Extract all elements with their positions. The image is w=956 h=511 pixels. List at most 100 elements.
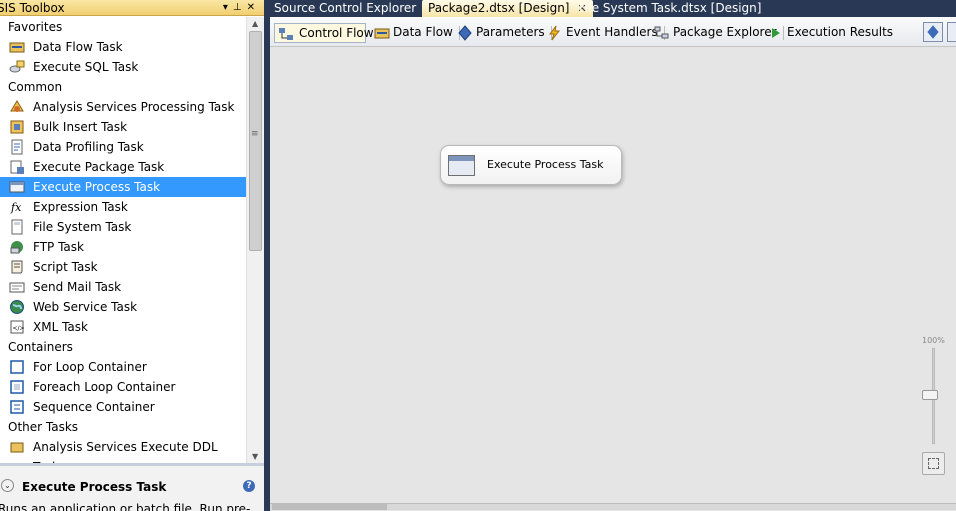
toolbox-item-script-task[interactable]: Script Task [0,257,246,277]
data-flow-task-icon [9,42,25,53]
execute-sql-task-icon [9,60,25,73]
toolbox-item-analysis-services-processing-task[interactable]: Analysis Services Processing Task [0,97,246,117]
toolbox-item-execute-process-task[interactable]: Execute Process Task [0,177,246,197]
toolbox-item-expression-task[interactable]: fx Expression Task [0,197,246,217]
tab-label: Control Flow [299,26,374,40]
collapse-chevron-icon[interactable]: ⌄ [1,479,14,492]
help-icon[interactable]: ? [243,480,255,492]
toolbox-item-data-flow-task[interactable]: Data Flow Task [0,37,246,57]
toolbox-item-data-profiling-task[interactable]: Data Profiling Task [0,137,246,157]
tab-label: Data Flow [393,25,453,39]
item-label: XML Task [33,320,88,334]
scrollbar-thumb[interactable] [249,31,262,251]
toolbox-item-bulk-insert-task[interactable]: Bulk Insert Task [0,117,246,137]
description-title: Execute Process Task [22,480,167,494]
execute-process-task-shape[interactable]: Execute Process Task [440,145,622,185]
tab-parameters[interactable]: Parameters [454,23,552,43]
close-icon[interactable]: ✕ [247,2,260,13]
toolbox-item-file-system-task[interactable]: File System Task [0,217,246,237]
item-label: Script Task [33,260,98,274]
group-label: Common [8,80,63,94]
execute-process-icon [448,155,475,176]
tab-data-flow[interactable]: Data Flow [371,23,460,43]
for-loop-icon [10,360,24,374]
toolbox-item-foreach-loop-container[interactable]: Foreach Loop Container [0,377,246,397]
item-label: Foreach Loop Container [33,380,176,394]
item-label: File System Task [33,220,132,234]
sequence-icon [10,400,24,414]
item-label: Sequence Container [33,400,155,414]
scroll-down-icon[interactable]: ▼ [252,452,258,461]
doc-tab-source-control-explorer[interactable]: Source Control Explorer [268,0,422,17]
scrollbar-thumb[interactable] [272,504,387,510]
control-flow-icon [279,28,293,40]
pin-icon[interactable]: ⊥ [233,2,247,13]
parameters-toggle-button[interactable] [923,22,943,42]
item-label: Data Flow Task [33,40,123,54]
execute-package-icon [10,160,24,174]
data-profiling-icon [11,139,23,155]
tab-label: Source Control Explorer [274,1,417,15]
web-service-icon [10,300,24,314]
zoom-to-fit-button[interactable] [922,452,945,475]
control-flow-canvas[interactable]: Execute Process Task 100% [270,48,956,510]
toolbox-item-for-loop-container[interactable]: For Loop Container [0,357,246,377]
doc-tab-file-system-task-design[interactable]: File System Task.dtsx [Design] [573,0,767,17]
canvas-horizontal-scrollbar[interactable] [270,503,956,510]
scroll-up-icon[interactable]: ▲ [252,19,258,28]
tab-control-flow[interactable]: Control Flow [274,23,374,43]
toolbox-item-sequence-container[interactable]: Sequence Container [0,397,246,417]
toolbox-scrollbar[interactable]: ▲ ≡ ▼ [246,17,264,463]
expression-icon: fx [10,201,22,214]
toolbox-title: SIS Toolbox [0,1,65,15]
send-mail-icon [9,282,25,293]
item-label: Send Mail Task [33,280,122,294]
group-label: Containers [8,340,73,354]
xml-icon: </> [10,320,25,334]
zoom-slider-thumb[interactable] [922,390,938,400]
doc-tab-package2-design[interactable]: Package2.dtsx [Design] ✕ [422,0,593,17]
file-system-icon [11,219,23,235]
foreach-loop-icon [10,380,24,394]
tab-label: Package2.dtsx [Design] [428,1,570,15]
description-text: Runs an application or batch file. Run p… [0,502,251,511]
item-label: Web Service Task [33,300,138,314]
toolbox-group-other-tasks[interactable]: Other Tasks [0,417,246,437]
tab-label: Execution Results [787,25,894,39]
tab-event-handlers[interactable]: Event Handlers [544,23,665,43]
toolbox-group-containers[interactable]: Containers [0,337,246,357]
toolbox-window-buttons[interactable]: ▾⊥✕ [223,0,260,16]
item-label: Data Profiling Task [33,140,144,154]
svg-text:</>: </> [13,325,25,332]
toolbox-description-panel: ⌄ Execute Process Task ? Runs an applica… [0,463,264,511]
toolbox-group-favorites[interactable]: Favorites [0,17,246,37]
scroll-grip-icon: ≡ [251,129,259,139]
data-flow-icon [374,28,390,39]
tab-label: Parameters [476,25,545,39]
toolbox-item-web-service-task[interactable]: Web Service Task [0,297,246,317]
execute-process-icon [9,181,25,193]
tab-execution-results[interactable]: Execution Results [765,23,893,43]
svg-text:fx: fx [10,201,22,214]
toolbox-item-analysis-services-execute-ddl-task[interactable]: Analysis Services Execute DDL Task [0,437,246,463]
toolbox-item-xml-task[interactable]: </> XML Task [0,317,246,337]
toolbox-item-send-mail-task[interactable]: Send Mail Task [0,277,246,297]
fit-icon [928,458,939,469]
item-label: Execute Process Task [33,180,161,194]
ssis-toolbox-panel: SIS Toolbox ▾⊥✕ Favorites Data Flow Task… [0,0,264,511]
toolbox-group-common[interactable]: Common [0,77,246,97]
tab-package-explorer[interactable]: Package Explorer [651,23,784,43]
execution-results-icon [772,28,780,38]
variables-button[interactable] [947,22,956,42]
tab-label: Event Handlers [566,25,658,39]
item-label: Analysis Services Processing Task [33,100,235,114]
dropdown-icon[interactable]: ▾ [223,2,233,13]
toolbox-item-ftp-task[interactable]: FTP Task [0,237,246,257]
group-label: Favorites [8,20,63,34]
zoom-control: 100% [920,332,948,482]
tab-label: File System Task.dtsx [Design] [579,1,762,15]
toolbox-item-execute-package-task[interactable]: Execute Package Task [0,157,246,177]
item-label: Execute Package Task [33,160,165,174]
item-label: Expression Task [33,200,128,214]
toolbox-item-execute-sql-task[interactable]: Execute SQL Task [0,57,246,77]
